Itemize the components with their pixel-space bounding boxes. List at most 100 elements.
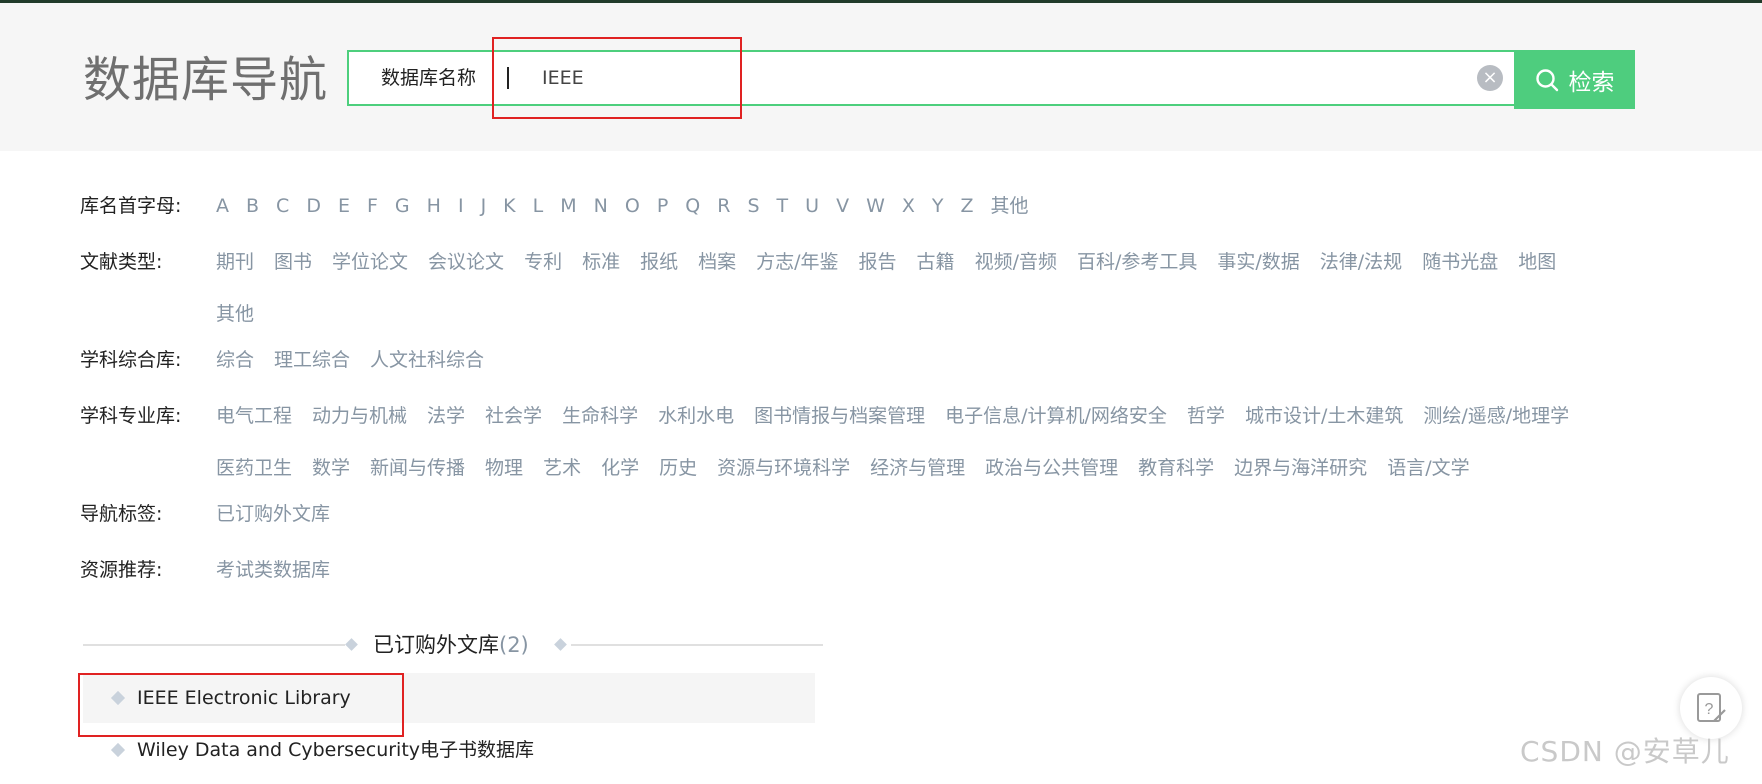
database-name: Wiley Data and Cybersecurity电子书数据库 xyxy=(137,739,535,761)
filter-nav-tag[interactable]: 已订购外文库 xyxy=(216,492,330,554)
filter-letter[interactable]: T xyxy=(777,184,789,246)
filter-professional[interactable]: 经济与管理 xyxy=(870,446,965,498)
filter-label-doc-types: 文献类型: xyxy=(80,251,163,273)
filter-panel: 库名首字母: A B C D E F G H I J K L M N O P Q R S T U V W X Y Z 其他 文献类型… xyxy=(80,190,1600,610)
filter-row-letters: 库名首字母: A B C D E F G H I J K L M N O P Q R S T U V W X Y Z 其他 xyxy=(80,190,1600,246)
filter-letter[interactable]: G xyxy=(395,184,410,246)
filter-row-doc-types: 文献类型: 期刊 图书 学位论文 会议论文 专利 标准 报纸 档案 方志/年鉴 报告 古籍 视频/音频… xyxy=(80,246,1600,344)
filter-letter[interactable]: 其他 xyxy=(991,184,1029,246)
divider-right xyxy=(571,644,823,646)
filter-letter[interactable]: W xyxy=(866,184,885,246)
results-section-title: 已订购外文库(2) xyxy=(373,628,529,662)
filter-letter[interactable]: O xyxy=(625,184,640,246)
filter-letter[interactable]: P xyxy=(657,184,668,246)
filter-professional[interactable]: 语言/文学 xyxy=(1387,446,1469,498)
filter-letter[interactable]: Y xyxy=(932,184,944,246)
filter-professional[interactable]: 电气工程 xyxy=(216,394,292,446)
filter-professional[interactable]: 城市设计/土木建筑 xyxy=(1245,394,1403,446)
database-name: IEEE Electronic Library xyxy=(137,687,351,709)
filter-doc-type[interactable]: 事实/数据 xyxy=(1217,240,1299,292)
filter-doc-type[interactable]: 标准 xyxy=(582,240,620,292)
filter-doc-type[interactable]: 图书 xyxy=(274,240,312,292)
comprehensive-list: 综合 理工综合 人文社科综合 xyxy=(216,338,1600,400)
diamond-bullet-icon xyxy=(110,742,126,758)
filter-professional[interactable]: 测绘/遥感/地理学 xyxy=(1423,394,1569,446)
filter-letter[interactable]: X xyxy=(902,184,915,246)
search-input[interactable] xyxy=(502,56,1542,100)
filter-letter[interactable]: M xyxy=(560,184,576,246)
filter-doc-type[interactable]: 百科/参考工具 xyxy=(1077,240,1197,292)
search-field-label: 数据库名称 xyxy=(381,67,477,89)
results-count: (2) xyxy=(499,633,529,657)
filter-label-comprehensive: 学科综合库: xyxy=(80,349,182,371)
filter-doc-type[interactable]: 方志/年鉴 xyxy=(756,240,838,292)
filter-comprehensive[interactable]: 综合 xyxy=(216,338,254,400)
database-item[interactable]: Wiley Data and Cybersecurity电子书数据库 xyxy=(83,725,815,775)
filter-comprehensive[interactable]: 理工综合 xyxy=(274,338,350,400)
filter-letter[interactable]: D xyxy=(306,184,321,246)
filter-professional[interactable]: 教育科学 xyxy=(1138,446,1214,498)
clear-search-button[interactable]: × xyxy=(1477,65,1503,91)
header: 数据库导航 数据库名称 × 检索 xyxy=(0,3,1762,151)
filter-letter[interactable]: N xyxy=(594,184,608,246)
filter-professional[interactable]: 哲学 xyxy=(1187,394,1225,446)
filter-doc-type[interactable]: 学位论文 xyxy=(332,240,408,292)
filter-professional[interactable]: 艺术 xyxy=(543,446,581,498)
filter-professional[interactable]: 资源与环境科学 xyxy=(717,446,850,498)
filter-professional[interactable]: 政治与公共管理 xyxy=(985,446,1118,498)
filter-doc-type[interactable]: 地图 xyxy=(1518,240,1556,292)
filter-doc-type[interactable]: 古籍 xyxy=(917,240,955,292)
filter-letter[interactable]: J xyxy=(481,184,487,246)
filter-letter[interactable]: V xyxy=(836,184,849,246)
filter-professional[interactable]: 社会学 xyxy=(485,394,542,446)
doc-type-list: 期刊 图书 学位论文 会议论文 专利 标准 报纸 档案 方志/年鉴 报告 古籍 视频/音频 百科/参考工… xyxy=(216,240,1600,344)
filter-professional[interactable]: 数学 xyxy=(312,446,350,498)
filter-professional[interactable]: 法学 xyxy=(427,394,465,446)
filter-letter[interactable]: C xyxy=(276,184,289,246)
filter-professional[interactable]: 水利水电 xyxy=(658,394,734,446)
filter-doc-type[interactable]: 报纸 xyxy=(640,240,678,292)
filter-letter[interactable]: S xyxy=(747,184,759,246)
filter-letter[interactable]: L xyxy=(533,184,544,246)
filter-letter[interactable]: R xyxy=(717,184,730,246)
filter-doc-type[interactable]: 会议论文 xyxy=(428,240,504,292)
filter-doc-type[interactable]: 专利 xyxy=(524,240,562,292)
filter-doc-type[interactable]: 随书光盘 xyxy=(1422,240,1498,292)
filter-doc-type[interactable]: 档案 xyxy=(698,240,736,292)
filter-letter[interactable]: F xyxy=(367,184,378,246)
filter-letter[interactable]: A xyxy=(216,184,229,246)
filter-doc-type[interactable]: 视频/音频 xyxy=(975,240,1057,292)
filter-recommend[interactable]: 考试类数据库 xyxy=(216,548,330,610)
filter-row-comprehensive: 学科综合库: 综合 理工综合 人文社科综合 xyxy=(80,344,1600,400)
filter-letter[interactable]: H xyxy=(427,184,441,246)
professional-list: 电气工程 动力与机械 法学 社会学 生命科学 水利水电 图书情报与档案管理 电子信息/计算机/… xyxy=(216,394,1600,498)
filter-letter[interactable]: Q xyxy=(685,184,700,246)
filter-doc-type[interactable]: 法律/法规 xyxy=(1320,240,1402,292)
filter-professional[interactable]: 动力与机械 xyxy=(312,394,407,446)
filter-professional[interactable]: 物理 xyxy=(485,446,523,498)
filter-label-professional: 学科专业库: xyxy=(80,405,182,427)
filter-label-letters: 库名首字母: xyxy=(80,195,182,217)
filter-letter[interactable]: K xyxy=(503,184,515,246)
filter-letter[interactable]: B xyxy=(246,184,259,246)
filter-professional[interactable]: 生命科学 xyxy=(562,394,638,446)
filter-professional[interactable]: 边界与海洋研究 xyxy=(1234,446,1367,498)
filter-letter[interactable]: E xyxy=(338,184,350,246)
filter-professional[interactable]: 医药卫生 xyxy=(216,446,292,498)
filter-doc-type[interactable]: 报告 xyxy=(859,240,897,292)
filter-professional[interactable]: 新闻与传播 xyxy=(370,446,465,498)
nav-tag-list: 已订购外文库 xyxy=(216,492,1600,554)
filter-doc-type[interactable]: 其他 xyxy=(216,292,254,344)
search-button[interactable]: 检索 xyxy=(1514,50,1635,109)
filter-professional[interactable]: 电子信息/计算机/网络安全 xyxy=(945,394,1167,446)
filter-letter[interactable]: Z xyxy=(961,184,974,246)
filter-professional[interactable]: 历史 xyxy=(659,446,697,498)
database-item[interactable]: IEEE Electronic Library xyxy=(83,673,815,723)
filter-professional[interactable]: 化学 xyxy=(601,446,639,498)
filter-letter[interactable]: I xyxy=(458,184,464,246)
filter-doc-type[interactable]: 期刊 xyxy=(216,240,254,292)
filter-comprehensive[interactable]: 人文社科综合 xyxy=(370,338,484,400)
filter-professional[interactable]: 图书情报与档案管理 xyxy=(754,394,925,446)
watermark: CSDN @安草儿 xyxy=(1520,735,1730,768)
filter-letter[interactable]: U xyxy=(805,184,819,246)
